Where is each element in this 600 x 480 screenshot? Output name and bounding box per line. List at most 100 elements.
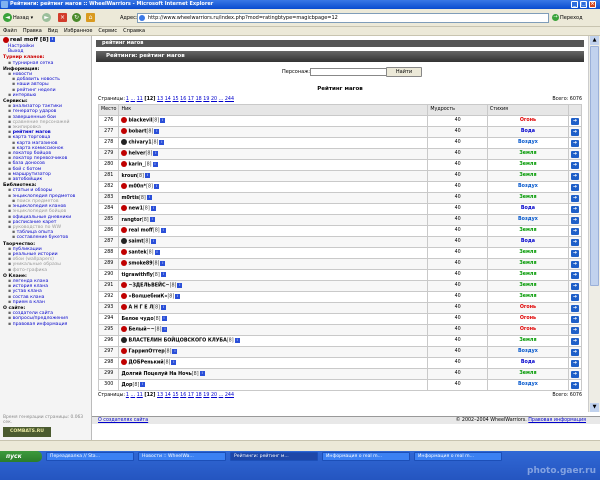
page-link[interactable]: 16 xyxy=(180,393,186,398)
scroll-up-icon[interactable]: ▲ xyxy=(590,36,599,45)
clan-icon[interactable] xyxy=(121,304,128,311)
player-nick[interactable]: bobart xyxy=(128,130,146,135)
arrow-right-icon[interactable]: ➜ xyxy=(570,370,579,378)
info-icon[interactable]: i xyxy=(154,249,160,255)
info-icon[interactable]: i xyxy=(154,128,160,134)
arrow-right-icon[interactable]: ➜ xyxy=(570,161,579,169)
sidebar-item[interactable]: ▪ правовая информация xyxy=(3,322,91,327)
arrow-right-icon[interactable]: ➜ xyxy=(570,304,579,312)
scrollbar[interactable]: ▲ ▼ xyxy=(588,36,600,412)
arrow-right-icon[interactable]: ➜ xyxy=(570,249,579,257)
player-nick[interactable]: ~ЗДЕЛЬВЕЙС~ xyxy=(128,284,169,289)
taskbar-task[interactable]: Информация о real m... xyxy=(322,452,410,461)
page-link[interactable]: 15 xyxy=(172,97,178,102)
info-icon[interactable]: i xyxy=(144,172,150,178)
player-nick[interactable]: m0rtis xyxy=(121,196,139,201)
clan-icon[interactable] xyxy=(121,282,128,289)
player-nick[interactable]: santek xyxy=(128,251,146,256)
page-link[interactable]: 11 xyxy=(137,393,143,398)
clan-icon[interactable] xyxy=(121,150,128,157)
player-nick[interactable]: tigrawithfly xyxy=(121,273,152,278)
page-link[interactable]: 14 xyxy=(165,97,171,102)
clan-icon[interactable] xyxy=(121,139,128,146)
home-button[interactable]: ⌂ xyxy=(86,12,96,24)
clan-icon[interactable] xyxy=(121,227,128,234)
page-link[interactable]: 14 xyxy=(165,393,171,398)
page-link[interactable]: 11 xyxy=(137,97,143,102)
menu-item-4[interactable]: Сервис xyxy=(95,27,120,36)
info-icon[interactable]: i xyxy=(152,161,158,167)
arrow-right-icon[interactable]: ➜ xyxy=(570,337,579,345)
arrow-right-icon[interactable]: ➜ xyxy=(570,359,579,367)
start-button[interactable]: пуск xyxy=(0,451,42,462)
page-link[interactable]: 15 xyxy=(172,393,178,398)
info-icon[interactable]: i xyxy=(171,359,177,365)
page-link[interactable]: 19 xyxy=(203,97,209,102)
info-icon[interactable]: i xyxy=(160,117,166,123)
arrow-right-icon[interactable]: ➜ xyxy=(570,348,579,356)
sidebar-user-link[interactable]: Выход xyxy=(3,49,91,54)
page-link[interactable]: 20 xyxy=(211,393,217,398)
player-nick[interactable]: »ВолшебниК« xyxy=(128,295,167,300)
player-nick[interactable]: new1 xyxy=(128,207,142,212)
sidebar-item[interactable]: ▪ турнирная сетка xyxy=(3,61,91,66)
arrow-right-icon[interactable]: ➜ xyxy=(570,326,579,334)
menu-item-5[interactable]: Справка xyxy=(120,27,148,36)
page-link[interactable]: 18 xyxy=(196,97,202,102)
info-icon[interactable]: i xyxy=(159,139,165,145)
clan-icon[interactable] xyxy=(121,337,128,344)
stop-button[interactable]: × xyxy=(58,12,68,24)
player-nick[interactable]: blackevil xyxy=(128,119,152,124)
clan-icon[interactable] xyxy=(121,128,128,135)
search-input[interactable] xyxy=(310,68,390,76)
sidebar-item[interactable]: ▪ интервью xyxy=(3,93,91,98)
arrow-right-icon[interactable]: ➜ xyxy=(570,183,579,191)
arrow-right-icon[interactable]: ➜ xyxy=(570,194,579,202)
info-icon[interactable]: i xyxy=(49,37,55,42)
player-nick[interactable]: А Н Г Е Л xyxy=(128,306,153,311)
legal-info-link[interactable]: Правовая информация xyxy=(528,418,586,423)
back-button[interactable]: ◄ Назад ▾ xyxy=(3,12,33,24)
menu-item-0[interactable]: Файл xyxy=(0,27,20,36)
info-icon[interactable]: i xyxy=(234,337,240,343)
player-nick[interactable]: Долгий Поцелуй На Ночь xyxy=(121,372,191,377)
page-link[interactable]: 19 xyxy=(203,393,209,398)
player-nick[interactable]: rangtor xyxy=(121,218,141,223)
clan-icon[interactable] xyxy=(121,238,128,245)
page-link[interactable]: 1 xyxy=(126,97,129,102)
arrow-right-icon[interactable]: ➜ xyxy=(570,293,579,301)
page-link[interactable]: [12] xyxy=(144,393,155,398)
clan-icon[interactable] xyxy=(121,117,128,124)
sidebar-item[interactable]: ▪ фото-графика xyxy=(3,268,91,273)
sidebar-item[interactable]: ▪ прием в клан xyxy=(3,300,91,305)
arrow-right-icon[interactable]: ➜ xyxy=(570,216,579,224)
clan-icon[interactable] xyxy=(121,183,128,190)
arrow-right-icon[interactable]: ➜ xyxy=(570,271,579,279)
player-nick[interactable]: helver xyxy=(128,152,145,157)
page-link[interactable]: 13 xyxy=(157,97,163,102)
clan-icon[interactable] xyxy=(121,293,128,300)
menu-item-3[interactable]: Избранное xyxy=(61,27,95,36)
go-button[interactable]: → Переход xyxy=(552,13,583,23)
page-link[interactable]: 18 xyxy=(196,393,202,398)
arrow-right-icon[interactable]: ➜ xyxy=(570,205,579,213)
info-icon[interactable]: i xyxy=(153,183,159,189)
player-nick[interactable]: real moff xyxy=(128,229,152,234)
arrow-right-icon[interactable]: ➜ xyxy=(570,315,579,323)
info-icon[interactable]: i xyxy=(149,216,155,222)
arrow-right-icon[interactable]: ➜ xyxy=(570,128,579,136)
info-icon[interactable]: i xyxy=(161,304,166,310)
clan-icon[interactable] xyxy=(121,326,128,333)
taskbar-task[interactable]: Рейтинги: рейтинг м... xyxy=(230,452,318,461)
forward-button[interactable]: ► xyxy=(42,12,52,24)
page-link[interactable]: 17 xyxy=(188,97,194,102)
maximize-icon[interactable]: □ xyxy=(580,1,587,8)
clan-icon[interactable] xyxy=(121,348,128,355)
player-nick[interactable]: Белое чудо xyxy=(121,317,153,322)
clan-icon[interactable] xyxy=(121,249,128,256)
info-icon[interactable]: i xyxy=(175,293,181,299)
address-bar[interactable]: http://www.wheelwarriors.ru/index.php?mo… xyxy=(137,13,549,23)
menu-item-1[interactable]: Правка xyxy=(20,27,45,36)
info-icon[interactable]: i xyxy=(162,326,168,332)
player-nick[interactable]: saimt xyxy=(128,240,143,245)
